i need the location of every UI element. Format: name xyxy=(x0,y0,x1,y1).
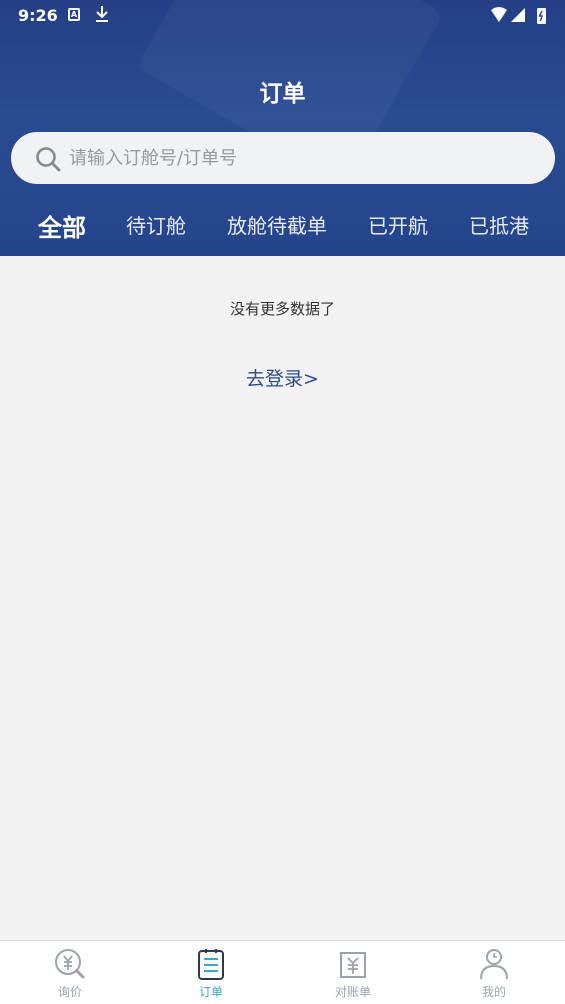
bottom-nav: 询价 订单 对账单 我的 xyxy=(0,940,565,1004)
tab-pending-booking[interactable]: 待订舱 xyxy=(126,210,186,239)
order-status-tabs: 全部 待订舱 放舱待截单 已开航 已抵港 xyxy=(0,200,565,252)
tab-sailed[interactable]: 已开航 xyxy=(368,210,428,239)
search-input[interactable] xyxy=(69,140,539,176)
nav-quote-label: 询价 xyxy=(57,985,82,999)
nav-orders-label: 订单 xyxy=(198,985,223,999)
nav-orders[interactable]: 订单 xyxy=(171,947,251,1003)
profile-icon xyxy=(480,949,508,980)
status-bar: 9:26 A xyxy=(0,0,565,32)
tab-released-pending-cutoff[interactable]: 放舱待截单 xyxy=(227,210,327,239)
nav-statement-label: 对账单 xyxy=(334,985,371,999)
nav-profile[interactable]: 我的 xyxy=(454,947,534,1003)
page-title: 订单 xyxy=(259,81,306,107)
download-icon xyxy=(96,6,108,22)
status-indicators-icon xyxy=(491,7,546,24)
no-more-data-text: 没有更多数据了 xyxy=(229,300,335,318)
nav-statement[interactable]: 对账单 xyxy=(313,947,393,1003)
search-icon xyxy=(36,147,61,172)
nav-quote[interactable]: 询价 xyxy=(30,947,110,1003)
nav-profile-label: 我的 xyxy=(481,985,506,999)
tab-all[interactable]: 全部 xyxy=(38,208,86,243)
statement-icon xyxy=(340,952,366,978)
quote-icon xyxy=(55,949,85,979)
orders-icon xyxy=(198,949,224,980)
search-box[interactable] xyxy=(11,132,555,184)
notification-a-icon: A xyxy=(68,8,80,21)
status-time: 9:26 xyxy=(18,6,58,25)
header: 9:26 A 订单 全部 待订舱 放舱待截单 已开航 已抵港 xyxy=(0,0,565,256)
tab-arrived[interactable]: 已抵港 xyxy=(469,210,529,239)
go-login-link[interactable]: 去登录> xyxy=(0,364,565,391)
